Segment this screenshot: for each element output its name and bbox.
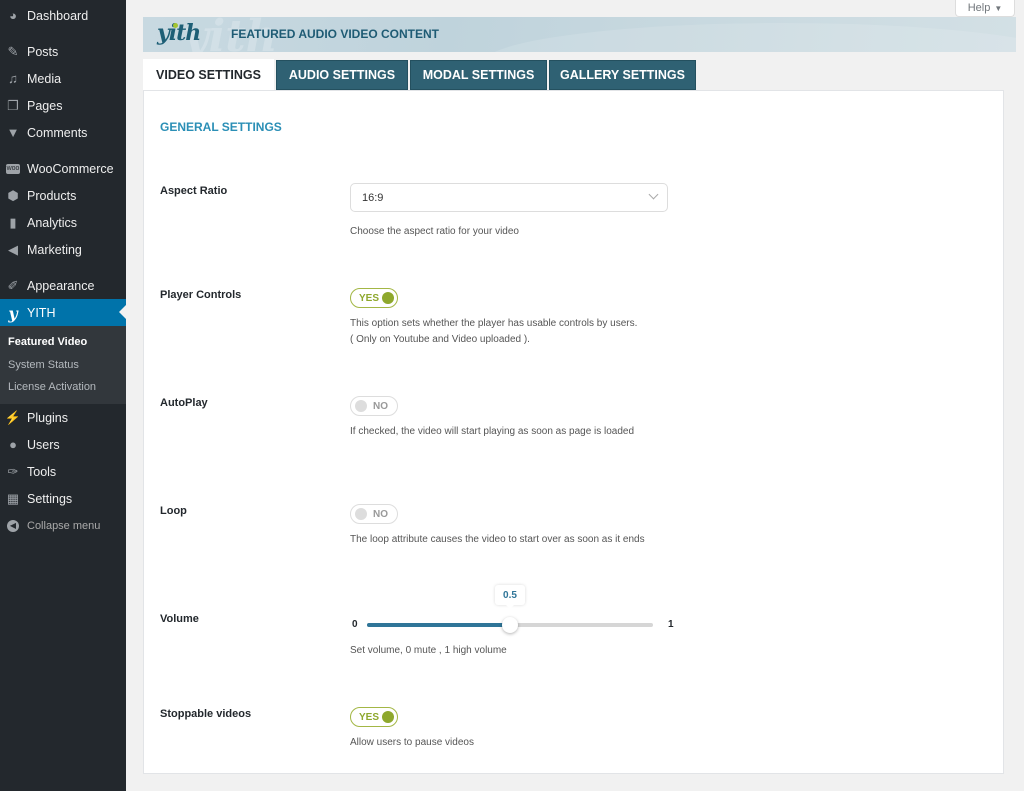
- stoppable-videos-label: Stoppable videos: [160, 708, 252, 720]
- bar-chart-icon: ▮: [9, 214, 17, 230]
- caret-down-icon: ▼: [994, 3, 1003, 13]
- tab-modal-settings[interactable]: MODAL SETTINGS: [410, 60, 547, 90]
- submenu-system-status[interactable]: System Status: [8, 359, 79, 371]
- plugin-banner: yith yith FEATURED AUDIO VIDEO CONTENT: [143, 17, 1016, 52]
- sidebar-item-users[interactable]: ● Users: [0, 431, 126, 458]
- yith-icon: y: [8, 303, 18, 323]
- volume-desc: Set volume, 0 mute , 1 high volume: [350, 645, 507, 656]
- dashboard-icon: ◕: [9, 8, 17, 23]
- player-controls-toggle[interactable]: YES: [350, 288, 398, 308]
- volume-min-label: 0: [352, 619, 358, 630]
- sidebar-item-appearance[interactable]: ✐ Appearance: [0, 272, 126, 299]
- stoppable-videos-toggle[interactable]: YES: [350, 707, 398, 727]
- sidebar-item-products[interactable]: ⬢ Products: [0, 182, 126, 209]
- volume-slider[interactable]: [367, 617, 653, 633]
- woo-icon: woo: [6, 163, 20, 174]
- collapse-icon: ◀: [7, 519, 19, 532]
- megaphone-icon: ◀: [8, 241, 18, 257]
- submenu-featured-video[interactable]: Featured Video: [8, 336, 87, 348]
- help-button[interactable]: Help ▼: [955, 0, 1015, 17]
- sliders-icon: ▦: [6, 490, 20, 506]
- sidebar-item-woocommerce[interactable]: woo WooCommerce: [0, 155, 126, 182]
- yith-submenu: Featured Video System Status License Act…: [0, 326, 126, 404]
- autoplay-label: AutoPlay: [160, 397, 208, 409]
- loop-label: Loop: [160, 505, 187, 517]
- submenu-license-activation[interactable]: License Activation: [8, 381, 96, 393]
- sidebar-item-marketing[interactable]: ◀ Marketing: [0, 236, 126, 263]
- pin-icon: ✎: [7, 43, 19, 59]
- sidebar-item-plugins[interactable]: ⚡ Plugins: [0, 404, 126, 431]
- player-controls-desc: This option sets whether the player has …: [350, 318, 638, 345]
- aspect-ratio-label: Aspect Ratio: [160, 185, 228, 197]
- sidebar-item-yith[interactable]: y YITH: [0, 299, 126, 327]
- brush-icon: ✐: [7, 277, 19, 293]
- sidebar-item-media[interactable]: ♫ Media: [0, 65, 126, 92]
- stoppable-videos-desc: Allow users to pause videos: [350, 737, 474, 748]
- user-icon: ●: [9, 437, 17, 452]
- media-icon: ♫: [8, 71, 18, 86]
- loop-desc: The loop attribute causes the video to s…: [350, 534, 645, 545]
- banner-title: FEATURED AUDIO VIDEO CONTENT: [231, 27, 440, 41]
- wrench-icon: ✑: [7, 463, 19, 479]
- volume-value-tooltip: 0.5: [495, 585, 525, 609]
- sidebar-item-tools[interactable]: ✑ Tools: [0, 458, 126, 485]
- collapse-menu-button[interactable]: ◀ Collapse menu: [0, 512, 126, 539]
- tab-gallery-settings[interactable]: GALLERY SETTINGS: [549, 60, 696, 90]
- yith-logo: yith: [157, 20, 201, 46]
- box-icon: ⬢: [7, 187, 19, 203]
- plug-icon: ⚡: [4, 409, 22, 425]
- sidebar-item-pages[interactable]: ❐ Pages: [0, 92, 126, 119]
- volume-max-label: 1: [668, 619, 674, 630]
- aspect-ratio-select[interactable]: 16:9: [350, 183, 668, 212]
- admin-sidebar: ◕ Dashboard ✎ Posts ♫ Media ❐ Pages ▼ Comment…: [0, 0, 126, 791]
- sidebar-item-comments[interactable]: ▼ Comments: [0, 119, 126, 146]
- volume-slider-fill: [367, 623, 510, 627]
- aspect-ratio-desc: Choose the aspect ratio for your video: [350, 226, 519, 237]
- pages-icon: ❐: [7, 97, 19, 113]
- sidebar-item-posts[interactable]: ✎ Posts: [0, 38, 126, 65]
- autoplay-desc: If checked, the video will start playing…: [350, 426, 635, 437]
- autoplay-toggle[interactable]: NO: [350, 396, 398, 416]
- section-title: GENERAL SETTINGS: [160, 120, 282, 134]
- tab-audio-settings[interactable]: AUDIO SETTINGS: [276, 60, 408, 90]
- volume-slider-thumb[interactable]: [502, 617, 518, 633]
- sidebar-item-settings[interactable]: ▦ Settings: [0, 485, 126, 512]
- sidebar-item-analytics[interactable]: ▮ Analytics: [0, 209, 126, 236]
- chevron-down-icon: [648, 189, 659, 200]
- loop-toggle[interactable]: NO: [350, 504, 398, 524]
- sidebar-item-dashboard[interactable]: ◕ Dashboard: [0, 2, 126, 29]
- player-controls-label: Player Controls: [160, 289, 242, 301]
- settings-panel: GENERAL SETTINGS Aspect Ratio 16:9 Choos…: [143, 90, 1004, 774]
- tab-video-settings[interactable]: VIDEO SETTINGS: [143, 59, 274, 91]
- comment-icon: ▼: [6, 125, 20, 140]
- volume-label: Volume: [160, 613, 199, 625]
